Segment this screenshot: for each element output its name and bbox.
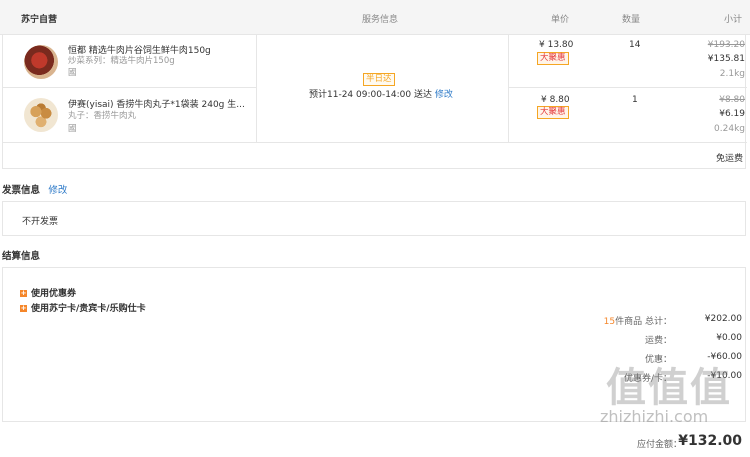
delivery-eta-text: 预计11-24 09:00-14:00 送达: [309, 90, 432, 100]
goods-table: 恒都 精选牛肉片谷饲生鲜牛肉150g 炒菜系列：精选牛肉片150g 國 ¥ 13…: [2, 34, 747, 169]
use-card-label: 使用苏宁卡/贵宾卡/乐购仕卡: [31, 304, 146, 314]
col-price: 单价: [551, 15, 570, 25]
product-spec: 丸子：香捞牛肉丸: [68, 111, 137, 121]
beef-slices-thumbnail[interactable]: [24, 45, 58, 79]
half-day-delivery-badge: 半日达: [363, 73, 395, 86]
promo-tag: 大聚惠: [537, 106, 569, 119]
use-card-toggle[interactable]: + 使用苏宁卡/贵宾卡/乐购仕卡: [20, 301, 146, 314]
beef-balls-thumbnail[interactable]: [24, 98, 58, 132]
freight-label: 运费：: [644, 336, 672, 346]
store-name: 苏宁自营: [21, 15, 58, 25]
use-coupon-toggle[interactable]: + 使用优惠券: [20, 286, 76, 299]
quantity: 14: [629, 40, 641, 50]
cart-table-header: 苏宁自营 服务信息 单价 数量 小计: [0, 0, 750, 35]
invoice-box: 不开发票: [2, 201, 746, 236]
item-weight: 2.1kg: [719, 69, 745, 79]
invoice-title: 发票信息 修改: [2, 182, 67, 196]
expand-plus-icon: +: [20, 304, 27, 312]
item-count-label: 件商品 总计：: [615, 317, 672, 327]
product-spec: 炒菜系列：精选牛肉片150g: [68, 56, 175, 66]
goods-total: ¥202.00: [704, 314, 742, 324]
col-qty: 数量: [622, 15, 641, 25]
watermark-text: zhizhizhi.com: [600, 407, 709, 426]
original-subtotal: ¥193.20: [707, 40, 745, 50]
unit-price: ¥ 8.80: [541, 95, 570, 105]
shipping-note: 免运费: [715, 154, 743, 164]
col-subtotal: 小计: [724, 15, 743, 25]
invoice-modify-link[interactable]: 修改: [48, 185, 67, 196]
pay-label: 应付金额：: [636, 440, 682, 450]
unit-price: ¥ 13.80: [539, 40, 574, 50]
modify-delivery-link[interactable]: 修改: [435, 90, 453, 100]
final-subtotal: ¥6.19: [719, 109, 745, 119]
original-subtotal: ¥8.80: [719, 95, 745, 105]
freight-value: ¥0.00: [716, 333, 742, 343]
final-subtotal: ¥135.81: [707, 54, 745, 64]
quantity: 1: [632, 95, 638, 105]
item-weight: 0.24kg: [714, 124, 745, 134]
delivery-eta: 预计11-24 09:00-14:00 送达 修改: [309, 87, 453, 100]
use-coupon-label: 使用优惠券: [31, 289, 77, 299]
settlement-title: 结算信息: [2, 251, 41, 262]
product-origin: 國: [68, 68, 77, 78]
invoice-value: 不开发票: [22, 217, 59, 227]
product-origin: 國: [68, 124, 77, 134]
item-count: 15: [603, 317, 616, 327]
col-service: 服务信息: [362, 15, 399, 25]
promo-tag: 大聚惠: [537, 52, 569, 65]
pay-total: ¥132.00: [678, 433, 742, 449]
watermark-logo: 值值值: [606, 365, 732, 411]
expand-plus-icon: +: [20, 289, 27, 297]
invoice-title-text: 发票信息: [2, 185, 41, 196]
